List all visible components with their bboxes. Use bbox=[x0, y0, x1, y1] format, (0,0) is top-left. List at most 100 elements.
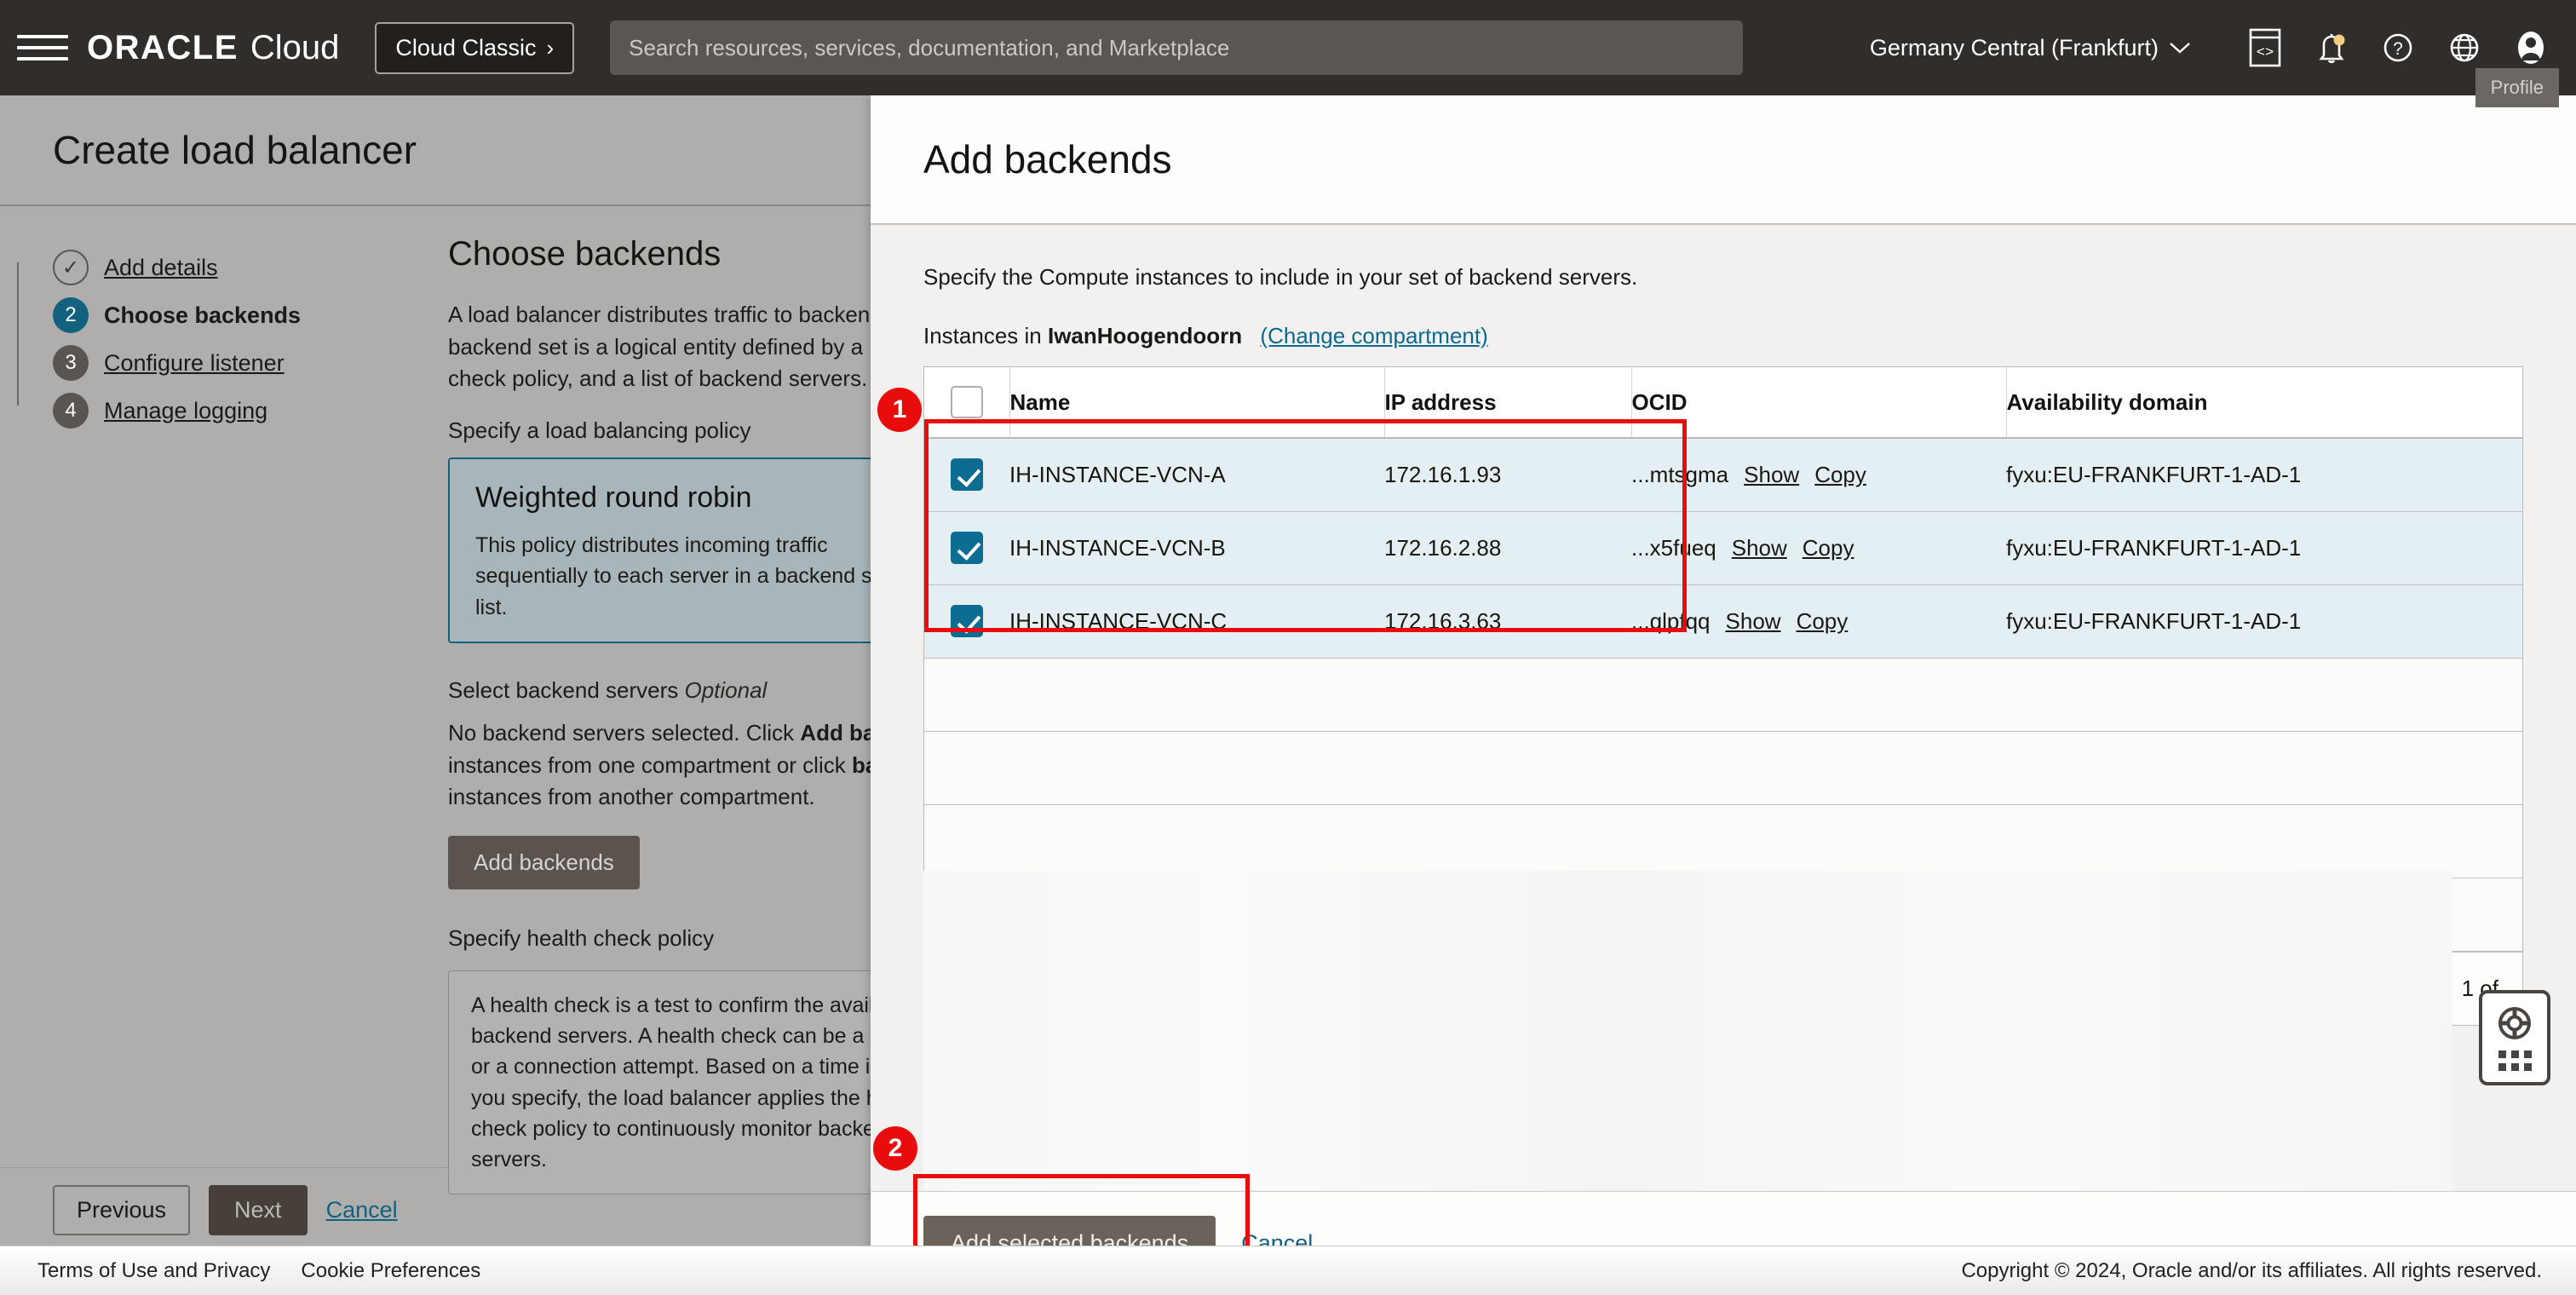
step-connector bbox=[17, 310, 19, 358]
select-all-checkbox[interactable] bbox=[951, 386, 983, 418]
lifebuoy-icon bbox=[2498, 1007, 2531, 1039]
ocid-value: ...qlpfqq bbox=[1631, 607, 1711, 634]
ocid-show-link[interactable]: Show bbox=[1732, 535, 1787, 561]
panel-header: Add backends bbox=[871, 95, 2576, 225]
step-3-label: Configure listener bbox=[104, 349, 285, 376]
table-row[interactable] bbox=[924, 878, 2522, 952]
header-actions: Germany Central (Frankfurt) <> ? Profile bbox=[1870, 0, 2576, 107]
cloud-classic-label: Cloud Classic bbox=[395, 34, 537, 60]
step-1-check-icon: ✓ bbox=[53, 250, 89, 285]
note-part-1: No backend servers selected. Click bbox=[448, 719, 801, 745]
copyright-text: Copyright © 2024, Oracle and/or its affi… bbox=[1961, 1258, 2542, 1282]
select-all-header bbox=[924, 367, 1010, 439]
table-row[interactable] bbox=[924, 804, 2522, 878]
profile-avatar-icon[interactable]: Profile bbox=[2475, 0, 2564, 107]
cell-name: IH-INSTANCE-VCN-A bbox=[1009, 438, 1384, 512]
cell-availability-domain: fyxu:EU-FRANKFURT-1-AD-1 bbox=[2006, 438, 2522, 512]
redacted-row bbox=[924, 658, 2522, 732]
sidebar-item-add-details[interactable]: ✓ Add details bbox=[53, 244, 426, 291]
help-question-icon[interactable]: ? bbox=[2365, 0, 2431, 95]
cell-name: IH-INSTANCE-VCN-B bbox=[1009, 511, 1384, 585]
table-footer: 3 selected Showing 8 items ‹ 1 of bbox=[923, 952, 2523, 1026]
region-selector[interactable]: Germany Central (Frankfurt) bbox=[1870, 35, 2191, 61]
sidebar-item-configure-listener[interactable]: 3 Configure listener bbox=[53, 339, 426, 387]
pagination: Showing 8 items ‹ 1 of bbox=[2246, 974, 2498, 1003]
cell-ocid: ...x5fueq Show Copy bbox=[1631, 511, 2006, 585]
panel-title: Add backends bbox=[923, 137, 1172, 181]
oracle-cloud-logo[interactable]: ORACLE Cloud bbox=[87, 29, 339, 67]
step-connector bbox=[17, 262, 19, 310]
redacted-row bbox=[924, 804, 2522, 878]
cell-ip: 172.16.2.88 bbox=[1384, 511, 1631, 585]
selected-count: 3 selected bbox=[948, 975, 1049, 1001]
svg-text:<>: <> bbox=[2257, 45, 2274, 61]
row-checkbox-cell[interactable] bbox=[924, 584, 1009, 659]
cell-availability-domain: fyxu:EU-FRANKFURT-1-AD-1 bbox=[2006, 511, 2522, 585]
ocid-copy-link[interactable]: Copy bbox=[1803, 535, 1854, 561]
chevron-down-icon bbox=[2170, 43, 2190, 54]
cookie-preferences-link[interactable]: Cookie Preferences bbox=[301, 1259, 480, 1283]
hamburger-menu-icon[interactable] bbox=[17, 29, 68, 66]
help-widget[interactable] bbox=[2479, 990, 2550, 1085]
svg-text:?: ? bbox=[2393, 39, 2403, 59]
sidebar-item-manage-logging[interactable]: 4 Manage logging bbox=[53, 387, 426, 435]
step-connector bbox=[17, 358, 19, 406]
policy-card-weighted-round-robin[interactable]: Weighted round robin This policy distrib… bbox=[448, 458, 925, 643]
page-title: Create load balancer bbox=[53, 128, 417, 172]
ocid-show-link[interactable]: Show bbox=[1726, 608, 1781, 635]
search-input[interactable] bbox=[629, 34, 1725, 61]
ocid-copy-link[interactable]: Copy bbox=[1797, 608, 1849, 635]
ocid-value: ...mtsgma bbox=[1631, 461, 1729, 487]
step-2-number: 2 bbox=[53, 297, 89, 333]
notification-bell-icon[interactable] bbox=[2298, 0, 2365, 95]
annotation-badge-2: 2 bbox=[873, 1126, 917, 1171]
global-header: ORACLE Cloud Cloud Classic › Germany Cen… bbox=[0, 0, 2576, 107]
row-checkbox[interactable] bbox=[951, 605, 983, 637]
policy-description: This policy distributes incoming traffic… bbox=[475, 533, 890, 619]
step-4-number: 4 bbox=[53, 393, 89, 429]
table-row[interactable] bbox=[924, 731, 2522, 805]
cancel-link[interactable]: Cancel bbox=[326, 1197, 398, 1223]
instances-compartment-line: Instances in IwanHoogendoorn (Change com… bbox=[923, 323, 2523, 349]
add-backends-panel: Add backends Specify the Compute instanc… bbox=[871, 95, 2576, 1295]
wizard-steps: ✓ Add details 2 Choose backends 3 Config… bbox=[0, 206, 426, 1167]
row-checkbox[interactable] bbox=[951, 532, 983, 564]
app-screen: ORACLE Cloud Cloud Classic › Germany Cen… bbox=[0, 0, 2576, 1295]
global-search-box[interactable] bbox=[610, 20, 1744, 75]
code-editor-icon[interactable]: <> bbox=[2232, 0, 2298, 95]
row-checkbox[interactable] bbox=[951, 458, 983, 492]
profile-tooltip: Profile bbox=[2475, 68, 2559, 107]
showing-items-label: Showing 8 items bbox=[2245, 975, 2409, 1001]
cell-name: IH-INSTANCE-VCN-C bbox=[1009, 584, 1384, 659]
table-row[interactable]: IH-INSTANCE-VCN-A 172.16.1.93 ...mtsgma … bbox=[924, 438, 2522, 512]
redacted-row bbox=[924, 878, 2522, 952]
table-row[interactable]: IH-INSTANCE-VCN-C 172.16.3.63 ...qlpfqq … bbox=[924, 584, 2522, 659]
cell-ip: 172.16.3.63 bbox=[1384, 584, 1631, 659]
cloud-classic-button[interactable]: Cloud Classic › bbox=[375, 21, 575, 74]
row-checkbox-cell[interactable] bbox=[924, 511, 1009, 585]
ocid-copy-link[interactable]: Copy bbox=[1814, 462, 1866, 488]
column-header-ip-address: IP address bbox=[1384, 367, 1632, 439]
panel-description: Specify the Compute instances to include… bbox=[923, 264, 1638, 290]
redacted-row bbox=[924, 731, 2522, 805]
brand-oracle-text: ORACLE bbox=[87, 28, 239, 66]
table-row[interactable]: IH-INSTANCE-VCN-B 172.16.2.88 ...x5fueq … bbox=[924, 511, 2522, 585]
brand-cloud-text: Cloud bbox=[250, 28, 340, 66]
add-backends-button[interactable]: Add backends bbox=[448, 835, 640, 889]
previous-button[interactable]: Previous bbox=[53, 1185, 191, 1235]
row-checkbox-cell[interactable] bbox=[924, 438, 1009, 512]
next-button[interactable]: Next bbox=[209, 1185, 308, 1235]
app-grid-icon bbox=[2498, 1050, 2532, 1071]
previous-page-icon[interactable]: ‹ bbox=[2431, 974, 2440, 1003]
annotation-badge-1: 1 bbox=[877, 388, 922, 432]
ocid-show-link[interactable]: Show bbox=[1744, 462, 1799, 488]
page-bottom-bar: Terms of Use and Privacy Cookie Preferen… bbox=[0, 1246, 2576, 1295]
change-compartment-link[interactable]: (Change compartment) bbox=[1260, 323, 1487, 348]
select-all-checkbox-wrap[interactable] bbox=[924, 386, 1009, 418]
step-2-label: Choose backends bbox=[104, 302, 302, 328]
table-row[interactable] bbox=[924, 658, 2522, 732]
sidebar-item-choose-backends[interactable]: 2 Choose backends bbox=[53, 291, 426, 339]
step-4-label: Manage logging bbox=[104, 397, 268, 423]
terms-of-use-link[interactable]: Terms of Use and Privacy bbox=[37, 1259, 270, 1283]
cell-ocid: ...qlpfqq Show Copy bbox=[1631, 584, 2006, 659]
